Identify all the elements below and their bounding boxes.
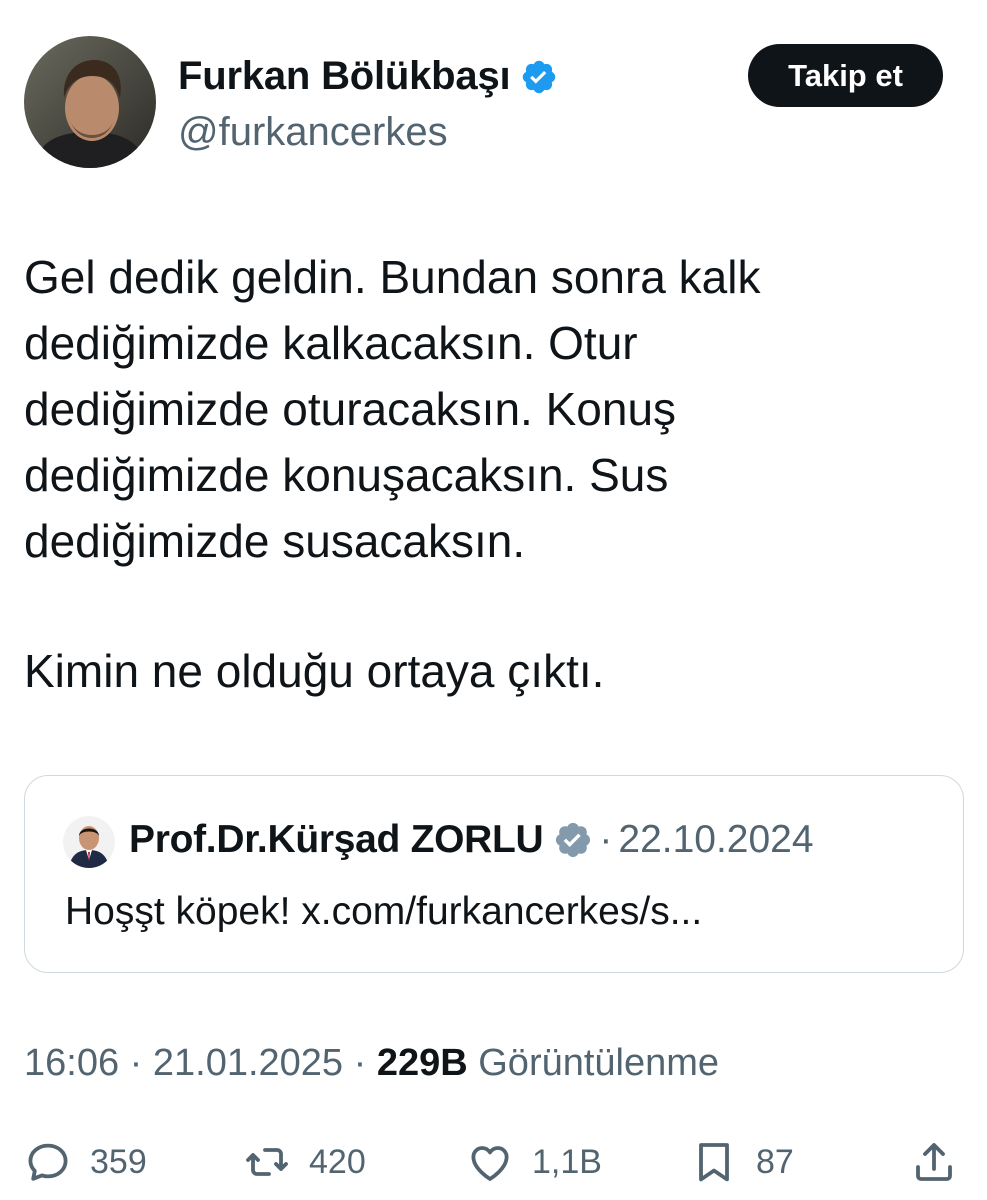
verified-badge-icon [520, 58, 558, 96]
quote-separator: · [599, 818, 613, 861]
quote-date[interactable]: 22.10.2024 [618, 818, 813, 862]
meta-separator: · [119, 1042, 153, 1084]
tweet-time[interactable]: 16:06 [24, 1042, 119, 1084]
tweet-line: Gel dedik geldin. Bundan sonra kalk [24, 251, 761, 303]
views-count: 229B [376, 1042, 468, 1084]
bookmark-button[interactable]: 87 [690, 1138, 794, 1186]
like-count: 1,1B [532, 1142, 602, 1181]
tweet-line: dediğimizde susacaksın. [24, 515, 526, 567]
like-button[interactable]: 1,1B [466, 1138, 602, 1186]
tweet-line: dediğimizde konuşacaksın. Sus [24, 449, 669, 501]
bookmark-count: 87 [756, 1142, 794, 1181]
follow-button[interactable]: Takip et [748, 44, 943, 107]
bookmark-icon [699, 1143, 729, 1182]
quote-text: Hoşşt köpek! x.com/furkancerkes/s... [65, 890, 703, 933]
tweet-line: dediğimizde oturacaksın. Konuş [24, 383, 677, 435]
tweet-line: Kimin ne olduğu ortaya çıktı. [24, 645, 605, 697]
tweet-meta: 16:06 · 21.01.2025 · 229B Görüntülenme [24, 1042, 719, 1085]
reply-icon [28, 1143, 68, 1181]
action-bar: 359 420 1,1B 87 [0, 1130, 987, 1200]
verified-gray-badge-icon [553, 820, 593, 860]
quoted-tweet-card[interactable]: Prof.Dr.Kürşad ZORLU · 22.10.2024 Hoşşt … [24, 775, 964, 973]
retweet-icon [246, 1148, 288, 1176]
meta-separator: · [343, 1042, 377, 1084]
reply-count: 359 [90, 1142, 147, 1181]
views-label: Görüntülenme [478, 1042, 720, 1084]
author-avatar[interactable] [24, 36, 156, 168]
share-button[interactable] [910, 1138, 958, 1186]
author-name-text: Furkan Bölükbaşı [178, 54, 511, 98]
tweet-text: Gel dedik geldin. Bundan sonra kalk dedi… [24, 244, 964, 704]
author-handle[interactable]: @furkancerkes [178, 110, 448, 155]
share-icon [916, 1143, 952, 1181]
retweet-button[interactable]: 420 [243, 1138, 366, 1186]
quote-author-avatar[interactable] [63, 816, 115, 868]
quote-author-name[interactable]: Prof.Dr.Kürşad ZORLU [129, 818, 544, 862]
retweet-count: 420 [309, 1142, 366, 1181]
quote-header: Prof.Dr.Kürşad ZORLU · 22.10.2024 [129, 818, 814, 862]
author-name[interactable]: Furkan Bölükbaşı [178, 54, 558, 99]
heart-icon [471, 1146, 509, 1181]
reply-button[interactable]: 359 [24, 1138, 147, 1186]
tweet-date[interactable]: 21.01.2025 [153, 1042, 343, 1084]
tweet-line: dediğimizde kalkacaksın. Otur [24, 317, 638, 369]
